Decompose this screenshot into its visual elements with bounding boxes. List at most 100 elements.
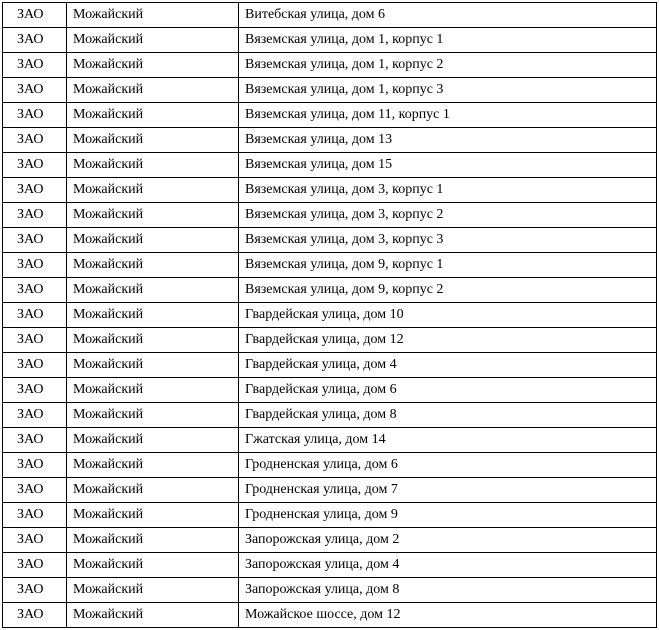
cell-col1: Можайский [67, 253, 239, 278]
cell-col0: ЗАО [3, 203, 67, 228]
table-row: ЗАОМожайскийГвардейская улица, дом 8 [3, 403, 657, 428]
cell-col2: Гродненская улица, дом 6 [239, 453, 657, 478]
cell-col2: Гжатская улица, дом 14 [239, 428, 657, 453]
cell-col2: Вяземская улица, дом 1, корпус 3 [239, 78, 657, 103]
cell-col0: ЗАО [3, 403, 67, 428]
cell-col2: Вяземская улица, дом 9, корпус 2 [239, 278, 657, 303]
cell-col0: ЗАО [3, 553, 67, 578]
cell-col0: ЗАО [3, 103, 67, 128]
cell-col2: Запорожская улица, дом 8 [239, 578, 657, 603]
cell-col2: Гвардейская улица, дом 6 [239, 378, 657, 403]
table-row: ЗАОМожайскийВяземская улица, дом 3, корп… [3, 203, 657, 228]
cell-col1: Можайский [67, 153, 239, 178]
cell-col0: ЗАО [3, 303, 67, 328]
cell-col2: Гвардейская улица, дом 4 [239, 353, 657, 378]
table-row: ЗАОМожайскийВяземская улица, дом 15 [3, 153, 657, 178]
table-row: ЗАОМожайскийВяземская улица, дом 11, кор… [3, 103, 657, 128]
cell-col0: ЗАО [3, 353, 67, 378]
cell-col1: Можайский [67, 78, 239, 103]
cell-col1: Можайский [67, 453, 239, 478]
cell-col1: Можайский [67, 203, 239, 228]
cell-col2: Можайское шоссе, дом 12 [239, 603, 657, 628]
cell-col2: Запорожская улица, дом 4 [239, 553, 657, 578]
cell-col0: ЗАО [3, 503, 67, 528]
cell-col2: Вяземская улица, дом 13 [239, 128, 657, 153]
cell-col1: Можайский [67, 178, 239, 203]
cell-col1: Можайский [67, 553, 239, 578]
cell-col1: Можайский [67, 428, 239, 453]
cell-col1: Можайский [67, 303, 239, 328]
table-row: ЗАОМожайскийВяземская улица, дом 3, корп… [3, 228, 657, 253]
cell-col0: ЗАО [3, 453, 67, 478]
cell-col0: ЗАО [3, 3, 67, 28]
cell-col1: Можайский [67, 378, 239, 403]
cell-col2: Вяземская улица, дом 9, корпус 1 [239, 253, 657, 278]
cell-col1: Можайский [67, 128, 239, 153]
table-row: ЗАОМожайскийЗапорожская улица, дом 4 [3, 553, 657, 578]
cell-col0: ЗАО [3, 603, 67, 628]
table-row: ЗАОМожайскийВяземская улица, дом 9, корп… [3, 278, 657, 303]
cell-col0: ЗАО [3, 153, 67, 178]
cell-col0: ЗАО [3, 578, 67, 603]
cell-col2: Гвардейская улица, дом 12 [239, 328, 657, 353]
table-row: ЗАОМожайскийГродненская улица, дом 7 [3, 478, 657, 503]
cell-col1: Можайский [67, 228, 239, 253]
cell-col2: Гродненская улица, дом 9 [239, 503, 657, 528]
cell-col2: Вяземская улица, дом 1, корпус 2 [239, 53, 657, 78]
cell-col1: Можайский [67, 278, 239, 303]
cell-col2: Вяземская улица, дом 3, корпус 2 [239, 203, 657, 228]
cell-col1: Можайский [67, 328, 239, 353]
cell-col1: Можайский [67, 503, 239, 528]
cell-col2: Вяземская улица, дом 1, корпус 1 [239, 28, 657, 53]
table-row: ЗАОМожайскийГжатская улица, дом 14 [3, 428, 657, 453]
cell-col2: Вяземская улица, дом 15 [239, 153, 657, 178]
cell-col0: ЗАО [3, 128, 67, 153]
cell-col2: Гвардейская улица, дом 10 [239, 303, 657, 328]
table-row: ЗАОМожайскийЗапорожская улица, дом 8 [3, 578, 657, 603]
cell-col0: ЗАО [3, 228, 67, 253]
cell-col0: ЗАО [3, 528, 67, 553]
table-row: ЗАОМожайскийГвардейская улица, дом 6 [3, 378, 657, 403]
cell-col2: Вяземская улица, дом 11, корпус 1 [239, 103, 657, 128]
table-row: ЗАОМожайскийМожайское шоссе, дом 12 [3, 603, 657, 628]
cell-col0: ЗАО [3, 378, 67, 403]
table-row: ЗАОМожайскийВяземская улица, дом 3, корп… [3, 178, 657, 203]
cell-col1: Можайский [67, 53, 239, 78]
table-row: ЗАОМожайскийГвардейская улица, дом 10 [3, 303, 657, 328]
table-row: ЗАОМожайскийВяземская улица, дом 1, корп… [3, 28, 657, 53]
table-row: ЗАОМожайскийЗапорожская улица, дом 2 [3, 528, 657, 553]
cell-col0: ЗАО [3, 428, 67, 453]
cell-col1: Можайский [67, 528, 239, 553]
table-row: ЗАОМожайскийВяземская улица, дом 9, корп… [3, 253, 657, 278]
table-row: ЗАОМожайскийГродненская улица, дом 9 [3, 503, 657, 528]
cell-col2: Гвардейская улица, дом 8 [239, 403, 657, 428]
table-row: ЗАОМожайскийВяземская улица, дом 1, корп… [3, 53, 657, 78]
cell-col0: ЗАО [3, 78, 67, 103]
address-table: ЗАОМожайскийВитебская улица, дом 6ЗАОМож… [2, 2, 657, 628]
cell-col0: ЗАО [3, 28, 67, 53]
table-row: ЗАОМожайскийГвардейская улица, дом 12 [3, 328, 657, 353]
cell-col1: Можайский [67, 353, 239, 378]
cell-col0: ЗАО [3, 53, 67, 78]
cell-col0: ЗАО [3, 328, 67, 353]
cell-col1: Можайский [67, 403, 239, 428]
table-row: ЗАОМожайскийВяземская улица, дом 1, корп… [3, 78, 657, 103]
table-row: ЗАОМожайскийВяземская улица, дом 13 [3, 128, 657, 153]
cell-col0: ЗАО [3, 278, 67, 303]
cell-col0: ЗАО [3, 178, 67, 203]
cell-col1: Можайский [67, 603, 239, 628]
cell-col1: Можайский [67, 103, 239, 128]
cell-col2: Гродненская улица, дом 7 [239, 478, 657, 503]
cell-col1: Можайский [67, 478, 239, 503]
cell-col2: Витебская улица, дом 6 [239, 3, 657, 28]
table-row: ЗАОМожайскийГродненская улица, дом 6 [3, 453, 657, 478]
cell-col0: ЗАО [3, 253, 67, 278]
table-row: ЗАОМожайскийГвардейская улица, дом 4 [3, 353, 657, 378]
cell-col2: Запорожская улица, дом 2 [239, 528, 657, 553]
cell-col1: Можайский [67, 28, 239, 53]
table-row: ЗАОМожайскийВитебская улица, дом 6 [3, 3, 657, 28]
cell-col0: ЗАО [3, 478, 67, 503]
cell-col1: Можайский [67, 578, 239, 603]
cell-col2: Вяземская улица, дом 3, корпус 3 [239, 228, 657, 253]
cell-col2: Вяземская улица, дом 3, корпус 1 [239, 178, 657, 203]
